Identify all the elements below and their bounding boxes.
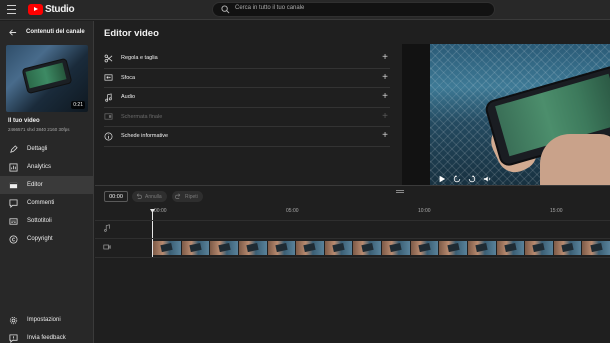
video-preview[interactable] [430, 44, 610, 187]
sidebar-item-commenti[interactable]: Commenti [0, 194, 94, 212]
ruler-label: 00:00 [154, 208, 167, 214]
sidebar-item-label: Impostazioni [27, 317, 61, 323]
pencil-icon [10, 144, 18, 153]
tool-sfoca[interactable]: Sfoca + [104, 69, 390, 88]
tool-label: Audio [121, 94, 136, 101]
video-track-icon [103, 244, 111, 250]
top-bar: Studio Cerca in tutto il tuo canale [0, 0, 610, 20]
blur-icon [104, 74, 113, 81]
sidebar-nav: Dettagli Analytics Editor Commenti Sotto… [0, 140, 94, 248]
app-name: Studio [45, 4, 75, 15]
editor-icon [9, 182, 18, 188]
tool-regola-taglia[interactable]: Regola e taglia + [104, 49, 390, 69]
sidebar-item-label: Copyright [27, 236, 53, 242]
sidebar-item-label: Editor [27, 182, 43, 188]
video-track[interactable] [153, 241, 610, 255]
back-arrow-icon[interactable] [8, 28, 17, 37]
undo-label: Annulla [145, 193, 162, 200]
end-screen-icon [104, 113, 113, 120]
sidebar-item-label: Analytics [27, 164, 52, 170]
scissors-icon [104, 54, 113, 63]
feedback-icon [9, 333, 18, 343]
copyright-icon [9, 234, 18, 244]
add-icon: + [382, 110, 388, 122]
ruler-label: 15:00 [550, 208, 563, 214]
sidebar-item-label: Sottotitoli [27, 218, 52, 224]
sidebar-item-feedback[interactable]: Invia feedback [0, 329, 94, 343]
audio-track-icon [104, 224, 110, 232]
timeline-panel: 00:00 Annulla Ripeti 00:00 05:00 10:00 1… [95, 185, 610, 343]
sidebar: Contenuti del canale 0:21 Il tuo video 2… [0, 21, 94, 343]
volume-icon[interactable] [483, 175, 491, 183]
music-note-icon [105, 93, 112, 102]
undo-button: Annulla [132, 191, 167, 202]
timeline-ruler[interactable]: 00:00 05:00 10:00 15:00 [151, 205, 610, 219]
studio-logo[interactable]: Studio [28, 3, 75, 16]
search-input[interactable]: Cerca in tutto il tuo canale [212, 2, 495, 17]
redo-label: Ripeti [185, 193, 198, 200]
subtitles-icon [9, 217, 18, 225]
add-icon[interactable]: + [382, 92, 388, 102]
search-placeholder: Cerca in tutto il tuo canale [235, 5, 305, 11]
info-icon [104, 132, 113, 141]
tool-label: Schede informative [121, 133, 169, 140]
redo-icon [175, 193, 181, 199]
tool-label: Sfoca [121, 74, 136, 81]
sidebar-item-editor[interactable]: Editor [0, 176, 94, 194]
video-thumbnail[interactable]: 0:21 [6, 45, 88, 112]
sidebar-item-dettagli[interactable]: Dettagli [0, 140, 94, 158]
sidebar-item-label: Commenti [27, 200, 55, 206]
tool-audio[interactable]: Audio + [104, 88, 390, 108]
sidebar-item-copyright[interactable]: Copyright [0, 230, 94, 248]
resize-handle[interactable] [396, 190, 404, 193]
video-duration: 0:21 [71, 101, 85, 109]
youtube-play-icon [28, 4, 43, 15]
sidebar-item-analytics[interactable]: Analytics [0, 158, 94, 176]
video-title: Il tuo video [8, 118, 40, 124]
comment-icon [9, 198, 18, 208]
analytics-icon [9, 162, 18, 172]
sidebar-item-label: Invia feedback [27, 335, 66, 341]
add-icon[interactable]: + [382, 72, 388, 82]
tool-schede-informative[interactable]: Schede informative + [104, 127, 390, 147]
current-time-field[interactable]: 00:00 [104, 191, 128, 202]
redo-button: Ripeti [172, 191, 203, 202]
sidebar-title: Contenuti del canale [26, 29, 85, 35]
gear-icon [9, 316, 18, 324]
editor-tools-list: Regola e taglia + Sfoca + Audio + Scherm… [104, 49, 390, 147]
tool-label: Schermata finale [121, 113, 163, 120]
player-controls [438, 175, 491, 183]
page-title: Editor video [104, 28, 159, 39]
forward-10-icon[interactable] [468, 175, 476, 183]
sidebar-item-label: Dettagli [27, 146, 48, 152]
add-icon[interactable]: + [382, 53, 388, 63]
video-preview-panel [402, 44, 610, 187]
ruler-label: 10:00 [418, 208, 431, 214]
search-icon [221, 5, 230, 14]
sidebar-bottom: Impostazioni Invia feedback [0, 311, 94, 343]
ruler-label: 05:00 [286, 208, 299, 214]
sidebar-item-sottotitoli[interactable]: Sottotitoli [0, 212, 94, 230]
add-icon[interactable]: + [382, 131, 388, 141]
tool-schermata-finale: Schermata finale + [104, 108, 390, 127]
play-icon[interactable] [438, 175, 446, 183]
rewind-10-icon[interactable] [453, 175, 461, 183]
sidebar-item-impostazioni[interactable]: Impostazioni [0, 311, 94, 329]
hamburger-menu-icon[interactable] [7, 5, 16, 14]
undo-icon [136, 193, 142, 199]
video-filename: 2466571 shxl 3840 2160 30fps [8, 127, 70, 132]
tool-label: Regola e taglia [121, 55, 158, 62]
